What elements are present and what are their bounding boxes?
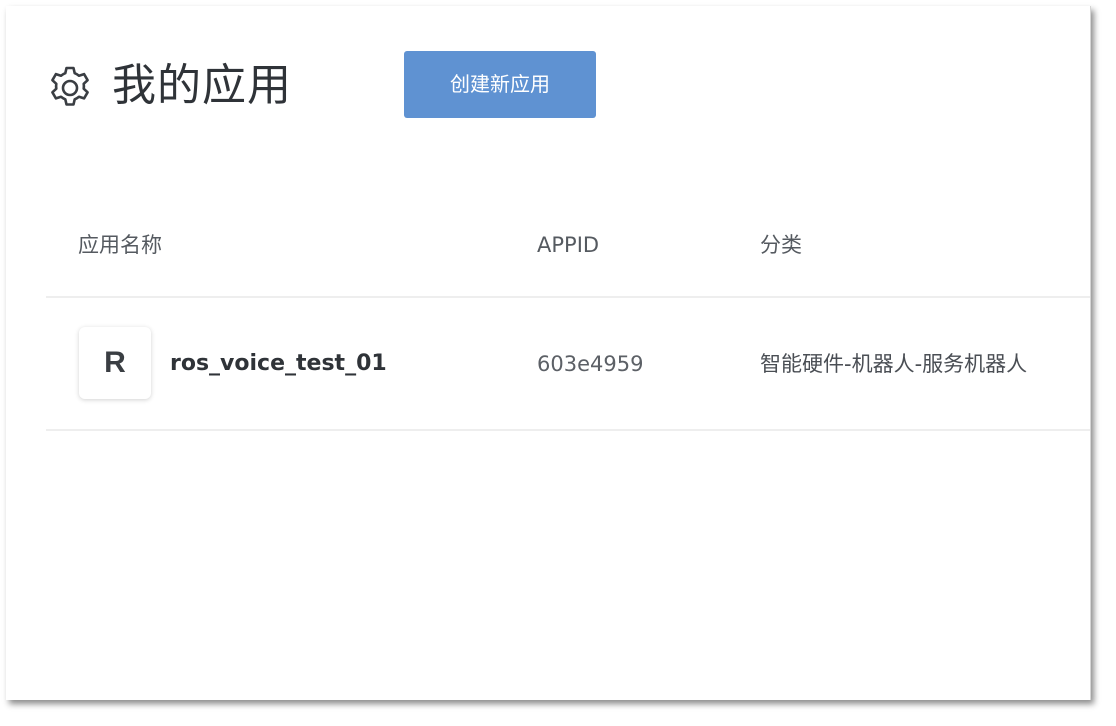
gear-icon: [51, 66, 89, 106]
row-divider: [46, 429, 1090, 431]
app-id: 603e4959: [537, 352, 644, 376]
header-divider: [46, 296, 1090, 298]
create-app-button[interactable]: 创建新应用: [404, 51, 596, 118]
column-header-app-name: 应用名称: [78, 233, 162, 257]
app-category: 智能硬件-机器人-服务机器人: [760, 352, 1028, 376]
column-header-appid: APPID: [537, 233, 600, 257]
app-name-link[interactable]: ros_voice_test_01: [170, 349, 387, 379]
column-header-category: 分类: [760, 233, 802, 257]
apps-panel: 我的应用 创建新应用 应用名称 APPID 分类 R ros_voice_tes…: [6, 6, 1091, 700]
app-avatar: R: [79, 327, 151, 399]
page-title: 我的应用: [112, 60, 292, 111]
